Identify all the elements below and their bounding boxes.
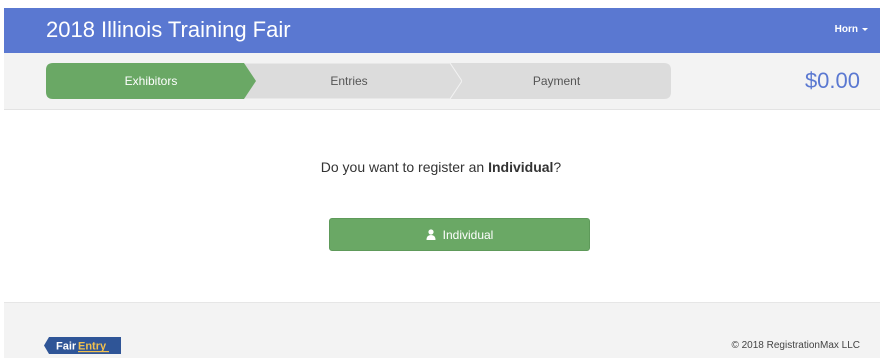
svg-text:Fair: Fair [56,341,77,353]
fairentry-logo[interactable]: Fair Entry [44,337,121,354]
prompt-text: Do you want to register an [320,159,489,175]
step-entries-label: Entries [330,74,368,88]
page-footer: Fair Entry © 2018 RegistrationMax LLC [4,302,880,358]
step-payment[interactable]: Payment [442,63,671,99]
user-icon [426,229,436,240]
caret-down-icon [862,28,868,31]
register-individual-button[interactable]: Individual [329,218,590,251]
step-exhibitors[interactable]: Exhibitors [46,63,256,99]
register-individual-label: Individual [442,227,494,242]
user-menu-label: Horn [834,24,858,35]
cart-total: $0.00 [804,68,860,93]
prompt-question-mark: ? [553,159,562,175]
fair-title[interactable]: 2018 Illinois Training Fair [46,16,291,44]
step-payment-label: Payment [532,74,581,88]
step-tracker: Payment Entries Exhibitors [46,63,671,99]
copyright-text: © 2018 RegistrationMax LLC [731,340,860,351]
registration-prompt: Do you want to register an Individual? [0,159,882,175]
step-entries[interactable]: Entries [236,63,462,99]
user-menu[interactable]: Horn [835,24,868,35]
top-navbar: 2018 Illinois Training Fair Horn [4,8,880,53]
checkout-progress: Payment Entries Exhibitors $0.00 [4,53,880,110]
svg-text:Entry: Entry [78,341,107,353]
step-exhibitors-label: Exhibitors [124,74,178,88]
prompt-emphasis: Individual [488,159,554,175]
